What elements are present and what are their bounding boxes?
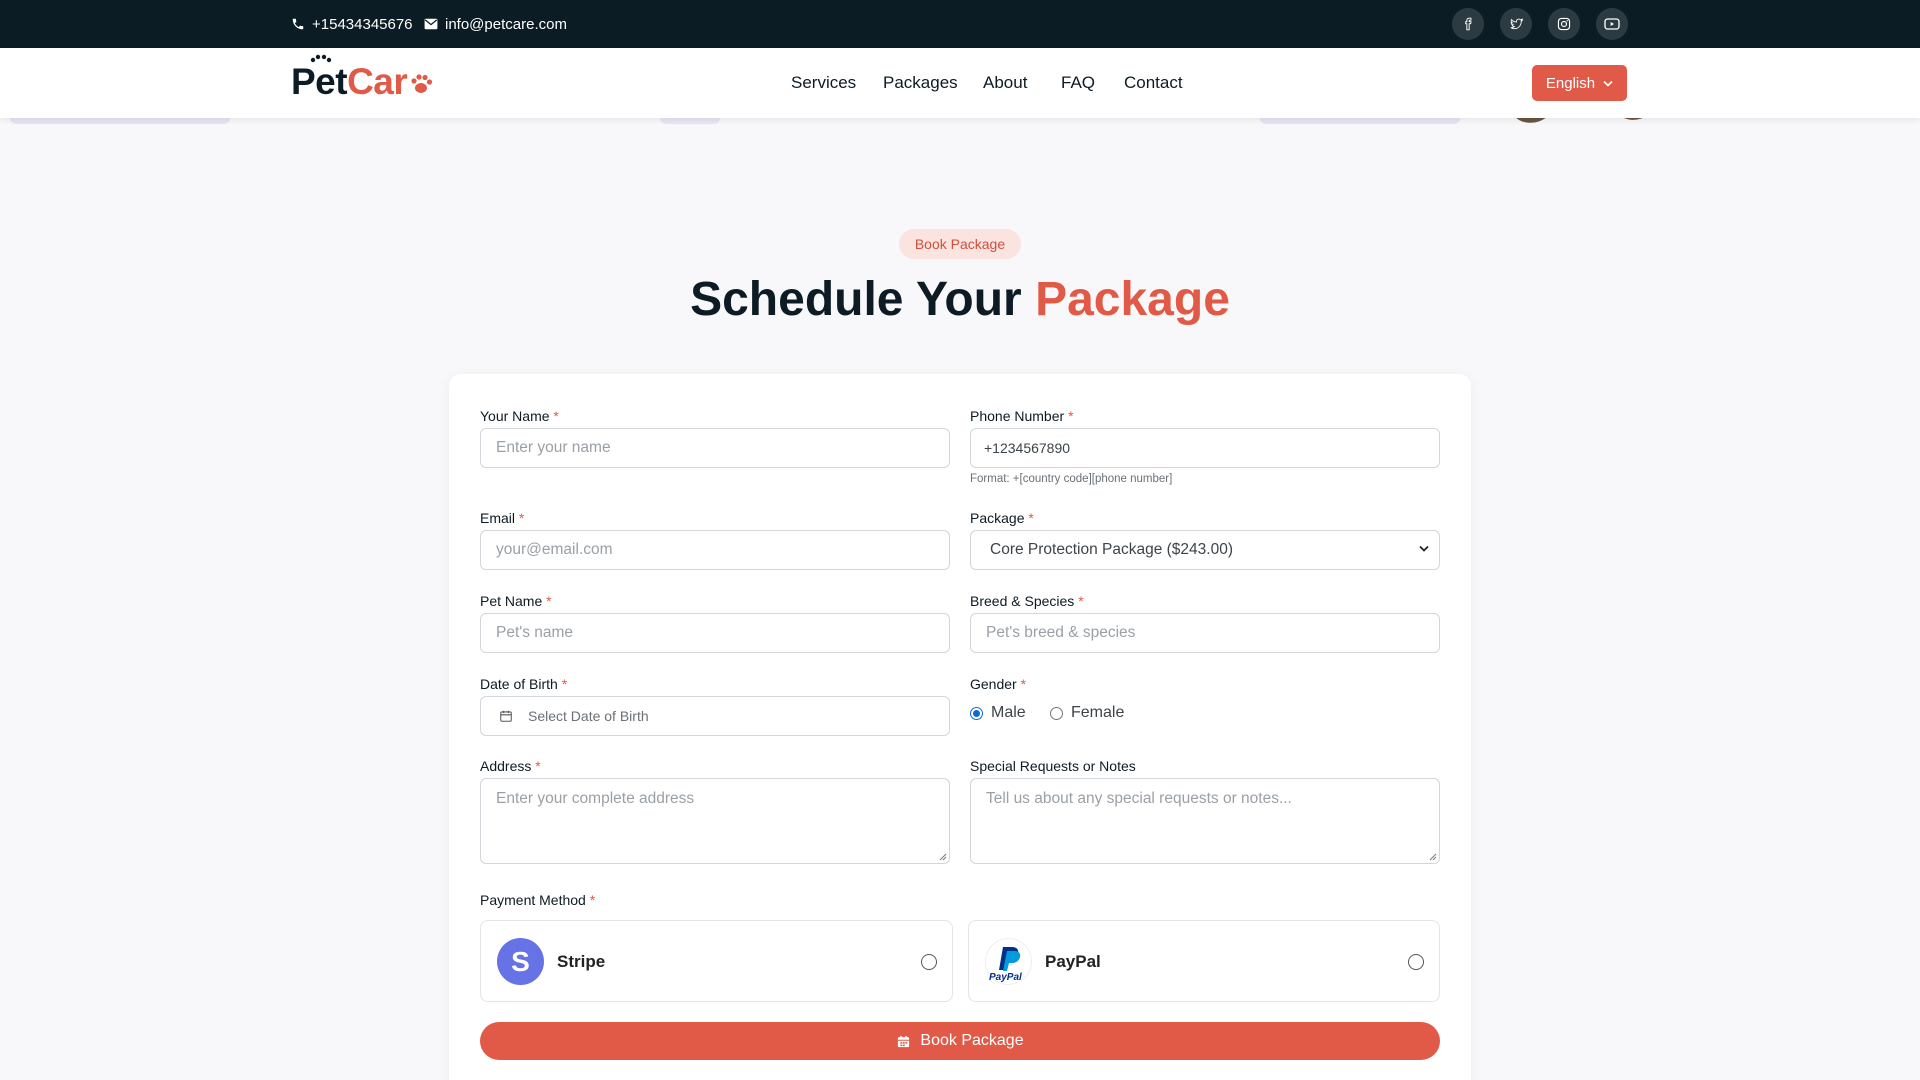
page-title: Schedule Your Package — [0, 272, 1920, 327]
email-label: Email * — [480, 510, 525, 526]
pet-name-label: Pet Name * — [480, 593, 552, 609]
title-accent: Package — [1035, 273, 1230, 326]
chevron-down-icon — [1419, 545, 1429, 552]
instagram-icon[interactable] — [1548, 8, 1580, 40]
address-label: Address * — [480, 758, 541, 774]
nav-link-services[interactable]: Services — [791, 48, 856, 118]
dob-input[interactable]: Select Date of Birth — [480, 696, 950, 736]
section-badge: Book Package — [899, 229, 1021, 259]
main-navbar: Pet Car Services Packages About FAQ Cont… — [0, 48, 1920, 118]
payment-option-stripe[interactable]: S Stripe — [480, 920, 953, 1002]
resize-handle-icon[interactable] — [1428, 852, 1437, 861]
paypal-icon: PayPal — [985, 938, 1032, 985]
female-label: Female — [1071, 704, 1125, 721]
stripe-radio[interactable] — [921, 954, 937, 970]
mail-icon — [424, 18, 438, 30]
facebook-icon[interactable] — [1452, 8, 1484, 40]
phone-label: Phone Number * — [970, 408, 1074, 424]
notes-textarea[interactable]: Tell us about any special requests or no… — [970, 778, 1440, 864]
breed-input[interactable]: Pet's breed & species — [970, 613, 1440, 653]
name-input[interactable]: Enter your name — [480, 428, 950, 468]
address-placeholder: Enter your complete address — [496, 790, 695, 807]
stripe-icon-letter: S — [511, 945, 530, 977]
phone-icon — [292, 18, 304, 30]
youtube-icon[interactable] — [1596, 8, 1628, 40]
nav-link-faq[interactable]: FAQ — [1061, 48, 1095, 118]
calendar-icon — [898, 1035, 910, 1047]
phone-input[interactable]: +1234567890 — [970, 428, 1440, 468]
logo-paw-dots — [310, 54, 332, 63]
chevron-down-icon — [1603, 80, 1613, 87]
payment-option-paypal[interactable]: PayPal PayPal — [968, 920, 1440, 1002]
contact-email[interactable]: info@petcare.com — [424, 0, 567, 48]
logo-text-care: Car — [347, 61, 408, 102]
paypal-small-text: PayPal — [989, 972, 1022, 983]
stripe-label: Stripe — [557, 952, 606, 971]
stripe-icon: S — [497, 938, 544, 985]
breed-label: Breed & Species * — [970, 593, 1084, 609]
book-package-label: Book Package — [920, 1032, 1024, 1049]
phone-format-hint: Format: +[country code][phone number] — [970, 473, 1173, 485]
petcare-logo[interactable]: Pet Car — [291, 54, 434, 104]
dob-label: Date of Birth * — [480, 676, 568, 692]
notes-placeholder: Tell us about any special requests or no… — [986, 790, 1292, 807]
paypal-radio[interactable] — [1408, 954, 1424, 970]
nav-link-packages[interactable]: Packages — [883, 48, 958, 118]
gender-option-female[interactable]: Female — [1050, 704, 1124, 722]
title-main: Schedule Your — [690, 273, 1022, 326]
book-package-button[interactable]: Book Package — [480, 1022, 1440, 1060]
email-input[interactable]: your@email.com — [480, 530, 950, 570]
package-select[interactable]: Core Protection Package ($243.00) — [970, 530, 1440, 570]
notes-label: Special Requests or Notes — [970, 758, 1136, 774]
logo-text-pet: Pet — [291, 61, 348, 102]
pet-name-input[interactable]: Pet's name — [480, 613, 950, 653]
twitter-icon[interactable] — [1500, 8, 1532, 40]
calendar-icon — [500, 710, 512, 722]
male-label: Male — [991, 704, 1026, 721]
nav-link-contact[interactable]: Contact — [1124, 48, 1183, 118]
package-selected-value: Core Protection Package ($243.00) — [990, 541, 1233, 558]
gender-label: Gender * — [970, 676, 1027, 692]
nav-link-about[interactable]: About — [983, 48, 1027, 118]
paw-logo-icon — [411, 74, 433, 93]
contact-phone[interactable]: +15434345676 — [291, 0, 413, 48]
gender-option-male[interactable]: Male — [970, 704, 1026, 722]
payment-method-label: Payment Method * — [480, 892, 596, 908]
language-dropdown-button[interactable]: English — [1532, 65, 1627, 101]
language-label: English — [1545, 74, 1596, 92]
package-label: Package * — [970, 510, 1034, 526]
address-textarea[interactable]: Enter your complete address — [480, 778, 950, 864]
email-text: info@petcare.com — [445, 15, 567, 33]
top-bar: +15434345676 info@petcare.com — [0, 0, 1920, 48]
paypal-label: PayPal — [1045, 952, 1101, 971]
female-radio[interactable] — [1050, 706, 1063, 720]
dob-placeholder: Select Date of Birth — [528, 708, 649, 724]
male-radio[interactable] — [970, 706, 983, 720]
name-label: Your Name * — [480, 408, 559, 424]
phone-text: +15434345676 — [312, 15, 413, 33]
resize-handle-icon[interactable] — [938, 852, 947, 861]
